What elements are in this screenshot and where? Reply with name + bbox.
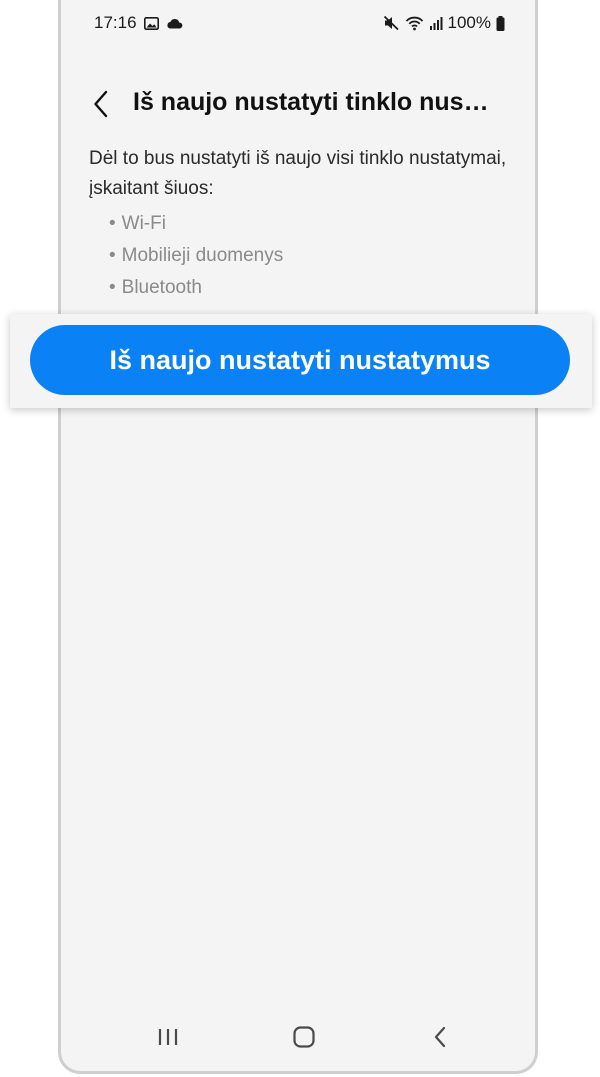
battery-percent: 100% [447, 13, 491, 32]
nav-back-button[interactable] [415, 1017, 465, 1057]
list-item: • Wi-Fi [109, 208, 283, 240]
status-bar: 17:16 100% [61, 10, 535, 36]
recents-icon [158, 1029, 178, 1045]
affected-settings-list: • Wi-Fi • Mobilieji duomenys • Bluetooth [109, 208, 283, 304]
bullet: • [109, 277, 116, 298]
action-strip: Iš naujo nustatyti nustatymus [10, 314, 592, 408]
list-item-label: Bluetooth [121, 277, 202, 298]
bullet: • [109, 213, 116, 234]
chevron-left-icon [94, 90, 108, 118]
list-item: • Bluetooth [109, 272, 283, 304]
app-header: Iš naujo nustatyti tinklo nus… [61, 80, 535, 130]
home-button[interactable] [279, 1017, 329, 1057]
mute-icon [383, 15, 400, 31]
navigation-bar [61, 1017, 535, 1057]
wifi-icon [405, 15, 424, 31]
status-left: 17:16 [94, 13, 183, 33]
back-button[interactable] [83, 86, 119, 122]
reset-settings-button[interactable]: Iš naujo nustatyti nustatymus [30, 325, 570, 395]
page-title: Iš naujo nustatyti tinklo nus… [133, 88, 489, 116]
phone-screen: 17:16 100% Iš naujo nustatyti tinklo nus… [58, 0, 538, 1074]
back-icon [434, 1026, 446, 1048]
description-text: Dėl to bus nustatyti iš naujo visi tinkl… [89, 148, 507, 199]
list-item-label: Mobilieji duomenys [121, 245, 284, 266]
battery-icon [496, 15, 505, 31]
recents-button[interactable] [143, 1017, 193, 1057]
home-icon [293, 1026, 315, 1048]
bullet: • [109, 245, 116, 266]
status-time: 17:16 [94, 13, 137, 32]
cloud-icon [166, 18, 183, 29]
list-item-label: Wi-Fi [121, 213, 166, 234]
image-icon [143, 16, 159, 30]
signal-icon [429, 16, 443, 30]
list-item: • Mobilieji duomenys [109, 240, 283, 272]
status-right: 100% [383, 13, 505, 33]
